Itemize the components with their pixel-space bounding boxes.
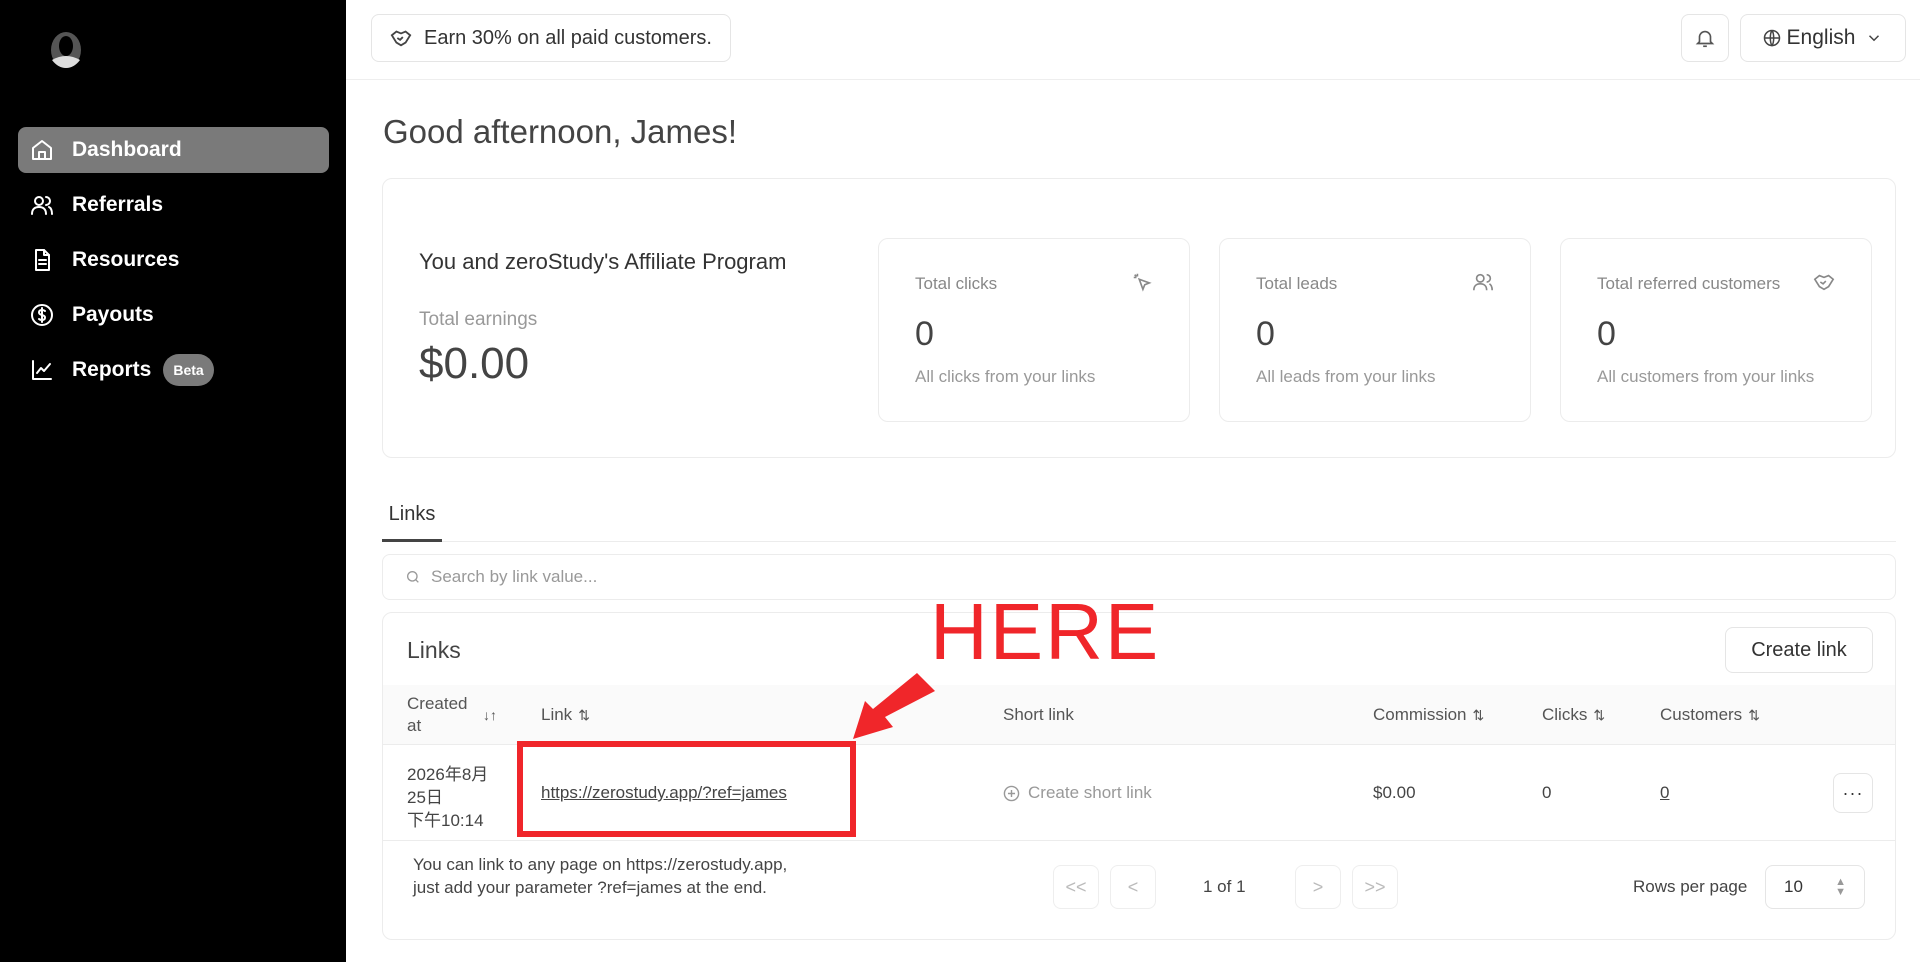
column-short-link: Short link bbox=[1003, 705, 1074, 724]
stat-label: Total referred customers bbox=[1597, 274, 1781, 293]
annotation-arrow-icon bbox=[853, 673, 935, 739]
cursor-click-icon bbox=[1133, 273, 1152, 292]
updown-chevron-icon: ▲ ▼ bbox=[1835, 876, 1846, 898]
commission-cell: $0.00 bbox=[1373, 783, 1416, 802]
sidebar-item-resources[interactable]: Resources bbox=[18, 237, 329, 283]
earnings-value: $0.00 bbox=[419, 339, 530, 388]
short-link-cell: Create short link bbox=[1003, 745, 1152, 841]
sort-icon: ⇅ bbox=[1593, 706, 1606, 723]
handshake-icon bbox=[1813, 274, 1835, 291]
next-page-button[interactable]: > bbox=[1295, 865, 1341, 909]
create-link-button[interactable]: Create link bbox=[1725, 627, 1873, 673]
rows-per-page-label: Rows per page bbox=[1633, 877, 1748, 896]
stat-value: 0 bbox=[1597, 315, 1616, 353]
earnings-label: Total earnings bbox=[419, 309, 538, 330]
sort-icon: ↓↑ bbox=[483, 707, 497, 723]
sidebar: Dashboard Referrals Resources Payouts Re… bbox=[0, 0, 346, 962]
rows-per-page-select[interactable]: 10 ▲ ▼ bbox=[1765, 865, 1865, 909]
bell-icon bbox=[1695, 30, 1715, 48]
sort-icon: ⇅ bbox=[578, 706, 590, 723]
promo-text: Earn 30% on all paid customers. bbox=[424, 26, 712, 49]
plus-circle-icon bbox=[1003, 785, 1020, 801]
first-page-button[interactable]: << bbox=[1053, 865, 1099, 909]
globe-icon bbox=[1763, 29, 1780, 47]
home-icon bbox=[30, 138, 54, 162]
search-placeholder: Search by link value... bbox=[431, 567, 598, 586]
page-indicator: 1 of 1 bbox=[1203, 877, 1246, 896]
sidebar-item-reports[interactable]: Reports Beta bbox=[18, 347, 329, 393]
document-icon bbox=[30, 248, 54, 272]
created-at-cell: 2026年8月 25日 下午10:14 bbox=[407, 765, 489, 830]
stat-subtitle: All clicks from your links bbox=[915, 367, 1096, 386]
stat-label: Total clicks bbox=[915, 274, 998, 293]
sidebar-item-payouts[interactable]: Payouts bbox=[18, 292, 329, 338]
users-icon bbox=[30, 193, 54, 217]
links-title: Links bbox=[407, 637, 461, 663]
sidebar-nav: Dashboard Referrals Resources Payouts Re… bbox=[18, 127, 329, 402]
beta-badge: Beta bbox=[163, 354, 214, 386]
sidebar-item-label: Resources bbox=[72, 248, 180, 271]
column-link[interactable]: Link ⇅ bbox=[541, 685, 590, 745]
page-title: Good afternoon, James! bbox=[383, 113, 738, 150]
stat-value: 0 bbox=[915, 315, 934, 353]
dollar-icon bbox=[30, 303, 54, 327]
sort-icon: ⇅ bbox=[1748, 706, 1760, 723]
sort-icon: ⇅ bbox=[1472, 706, 1485, 723]
top-bar: Earn 30% on all paid customers. English bbox=[346, 0, 1920, 80]
sidebar-item-label: Referrals bbox=[72, 193, 164, 216]
stats-card: You and zeroStudy's Affiliate Program To… bbox=[382, 178, 1896, 458]
users-icon bbox=[1473, 273, 1493, 291]
language-selector[interactable]: English bbox=[1740, 14, 1906, 62]
chart-icon bbox=[30, 358, 54, 382]
tab-links[interactable]: Links bbox=[382, 490, 442, 542]
column-commission[interactable]: Commission ⇅ bbox=[1373, 685, 1484, 745]
table-header: Created at ↓↑ Link ⇅ Short link Commission… bbox=[383, 685, 1895, 745]
sidebar-item-dashboard[interactable]: Dashboard bbox=[18, 127, 329, 173]
stat-total-customers: Total referred customers 0 All customers… bbox=[1560, 238, 1872, 422]
sidebar-item-label: Payouts bbox=[72, 303, 154, 326]
annotation-highlight-box bbox=[517, 741, 856, 837]
handshake-icon bbox=[390, 30, 412, 47]
customers-link[interactable]: 0 bbox=[1660, 783, 1669, 803]
stat-value: 0 bbox=[1256, 315, 1275, 353]
sidebar-item-label: Dashboard bbox=[72, 138, 182, 161]
last-page-button[interactable]: >> bbox=[1352, 865, 1398, 909]
column-clicks[interactable]: Clicks ⇅ bbox=[1542, 685, 1605, 745]
language-label: English bbox=[1786, 26, 1856, 49]
annotation-here-label: HERE bbox=[930, 587, 1161, 676]
sidebar-item-label: Reports bbox=[72, 358, 152, 381]
column-created-at[interactable]: Created at ↓↑ bbox=[407, 685, 507, 745]
program-title: You and zeroStudy's Affiliate Program bbox=[419, 249, 787, 274]
create-short-link-button[interactable]: Create short link bbox=[1003, 783, 1152, 803]
tab-bar: Links bbox=[382, 490, 1896, 542]
prev-page-button[interactable]: < bbox=[1110, 865, 1156, 909]
customers-cell: 0 bbox=[1660, 745, 1669, 841]
column-customers[interactable]: Customers ⇅ bbox=[1660, 685, 1760, 745]
link-help-note: You can link to any page on https://zero… bbox=[413, 855, 788, 897]
chevron-down-icon bbox=[1869, 35, 1880, 42]
stat-subtitle: All leads from your links bbox=[1256, 367, 1436, 386]
notifications-button[interactable] bbox=[1681, 14, 1729, 62]
search-icon bbox=[407, 571, 419, 583]
stat-label: Total leads bbox=[1256, 274, 1338, 293]
stat-total-clicks: Total clicks 0 All clicks from your link… bbox=[878, 238, 1190, 422]
stat-total-leads: Total leads 0 All leads from your links bbox=[1219, 238, 1531, 422]
sidebar-item-referrals[interactable]: Referrals bbox=[18, 182, 329, 228]
clicks-cell: 0 bbox=[1542, 783, 1552, 802]
row-actions-button[interactable]: ··· bbox=[1833, 773, 1873, 813]
promo-banner[interactable]: Earn 30% on all paid customers. bbox=[371, 14, 731, 62]
logo-icon[interactable] bbox=[44, 26, 88, 74]
stat-subtitle: All customers from your links bbox=[1597, 367, 1815, 386]
